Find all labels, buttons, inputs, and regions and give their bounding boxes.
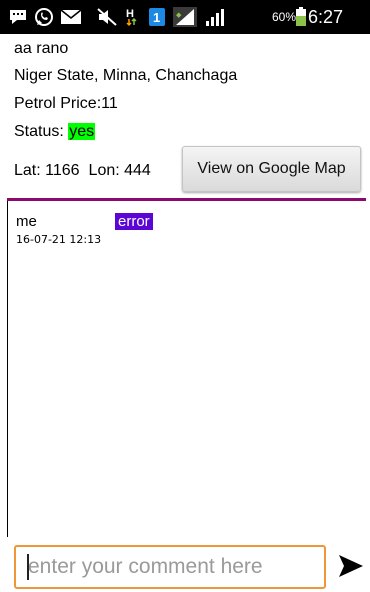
station-address: Niger State, Minna, Chanchaga [14, 67, 238, 84]
petrol-price: Petrol Price:11 [14, 95, 118, 112]
svg-text:◆: ◆ [176, 12, 182, 19]
station-name: aa rano [14, 40, 69, 57]
send-icon [339, 555, 363, 577]
svg-text:1: 1 [153, 10, 160, 25]
text-cursor [27, 554, 29, 580]
comment-item: me error 16-07-21 12:13 [8, 201, 370, 261]
signal-icon [206, 9, 224, 26]
data-activity-icon: H [126, 8, 137, 27]
mute-icon [97, 8, 117, 26]
whatsapp-icon [35, 8, 53, 26]
status-bar: H 1 ◆ 60% 6:27 PM [0, 0, 370, 61]
comment-input[interactable] [14, 545, 326, 589]
latitude-label: Lat: 1166 [14, 162, 80, 179]
messaging-icon [10, 10, 26, 24]
comment-text: error [115, 213, 153, 230]
view-on-google-map-button[interactable]: View on Google Map [182, 146, 361, 192]
screen: H 1 ◆ 60% 6:27 PM aa rano Niger State, M… [0, 0, 370, 592]
signal-icon: ◆ [173, 7, 197, 27]
status-label: Status: [14, 123, 69, 140]
clock-time: 6:27 PM [308, 7, 344, 61]
status-value-badge: yes [68, 123, 96, 140]
email-icon [60, 9, 82, 24]
comment-timestamp: 16-07-21 12:13 [16, 233, 102, 246]
send-button[interactable] [336, 551, 366, 581]
longitude-label: Lon: 444 [88, 162, 151, 179]
battery-percent-text: 60% [272, 10, 297, 24]
svg-text:H: H [126, 8, 134, 20]
coordinates: Lat: 1166 Lon: 444 [14, 162, 151, 180]
sim-icon: 1 [149, 8, 165, 26]
status-line: Status: yes [14, 123, 96, 141]
comment-list[interactable]: me error 16-07-21 12:13 [7, 201, 370, 537]
comment-author: me [16, 213, 37, 230]
battery-icon [296, 7, 306, 26]
